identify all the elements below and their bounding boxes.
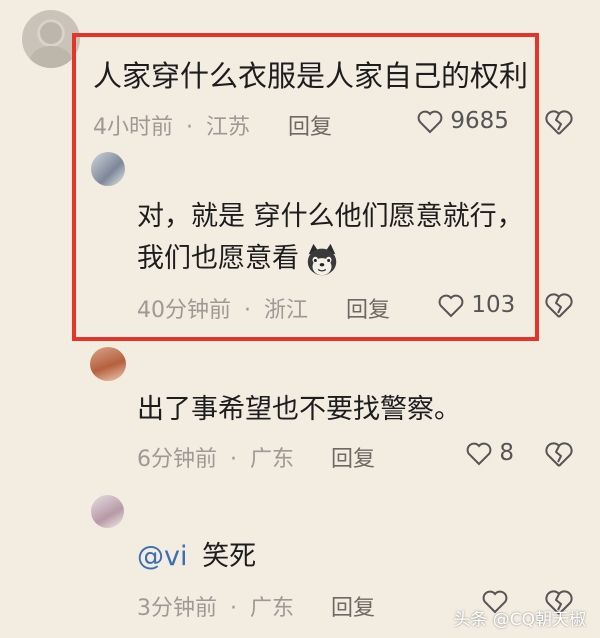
reply-region: 浙江 xyxy=(264,298,309,323)
reply-region: 广东 xyxy=(250,447,295,472)
meta-separator: · xyxy=(230,447,237,472)
reply-region: 广东 xyxy=(250,596,295,621)
reply-text-line-1: 对，就是 穿什么他们愿意就行， xyxy=(137,201,524,232)
comment-time: 4小时前 xyxy=(93,115,173,140)
like-count: 9685 xyxy=(450,108,509,134)
broken-heart-icon[interactable] xyxy=(545,110,573,136)
heart-icon xyxy=(466,442,492,465)
comment-region: 江苏 xyxy=(206,115,251,140)
reply-text: 出了事希望也不要找警察。 xyxy=(137,394,461,425)
broken-heart-icon[interactable] xyxy=(545,293,573,319)
watermark: 头条 @CQ朝天椒 xyxy=(453,610,586,630)
like-button[interactable]: 103 xyxy=(438,292,515,318)
reply-meta: 6分钟前 · 广东 xyxy=(137,441,294,473)
reply-button[interactable]: 回复 xyxy=(346,292,390,324)
like-button[interactable]: 8 xyxy=(466,440,514,466)
broken-heart-icon[interactable] xyxy=(545,442,573,468)
reply-meta: 40分钟前 · 浙江 xyxy=(137,292,308,324)
like-count: 8 xyxy=(499,440,514,466)
reply-button[interactable]: 回复 xyxy=(331,441,375,473)
reply-text-line-2: 我们也愿意看 xyxy=(137,240,341,279)
reply-time: 6分钟前 xyxy=(137,447,217,472)
comment-text: 人家穿什么衣服是人家自己的权利 xyxy=(93,59,529,93)
reply-button[interactable]: 回复 xyxy=(331,590,375,622)
avatar-reply-2[interactable] xyxy=(90,347,126,381)
meta-separator: · xyxy=(244,298,251,323)
heart-icon xyxy=(417,110,443,133)
reply-meta: 3分钟前 · 广东 xyxy=(137,590,294,622)
like-button[interactable]: 9685 xyxy=(417,108,509,134)
like-count: 103 xyxy=(471,292,516,318)
meta-separator: · xyxy=(230,596,237,621)
reply-time: 40分钟前 xyxy=(137,298,231,323)
reply-button[interactable]: 回复 xyxy=(288,109,332,141)
reply-time: 3分钟前 xyxy=(137,596,217,621)
comment-meta: 4小时前 · 江苏 xyxy=(93,109,250,141)
avatar-reply-3[interactable] xyxy=(91,495,124,528)
mention-link[interactable]: @vi xyxy=(137,541,187,572)
husky-emoji-icon xyxy=(307,243,337,275)
reply-text: @vi 笑死 xyxy=(137,541,257,572)
heart-icon xyxy=(438,294,464,317)
meta-separator: · xyxy=(186,115,193,140)
